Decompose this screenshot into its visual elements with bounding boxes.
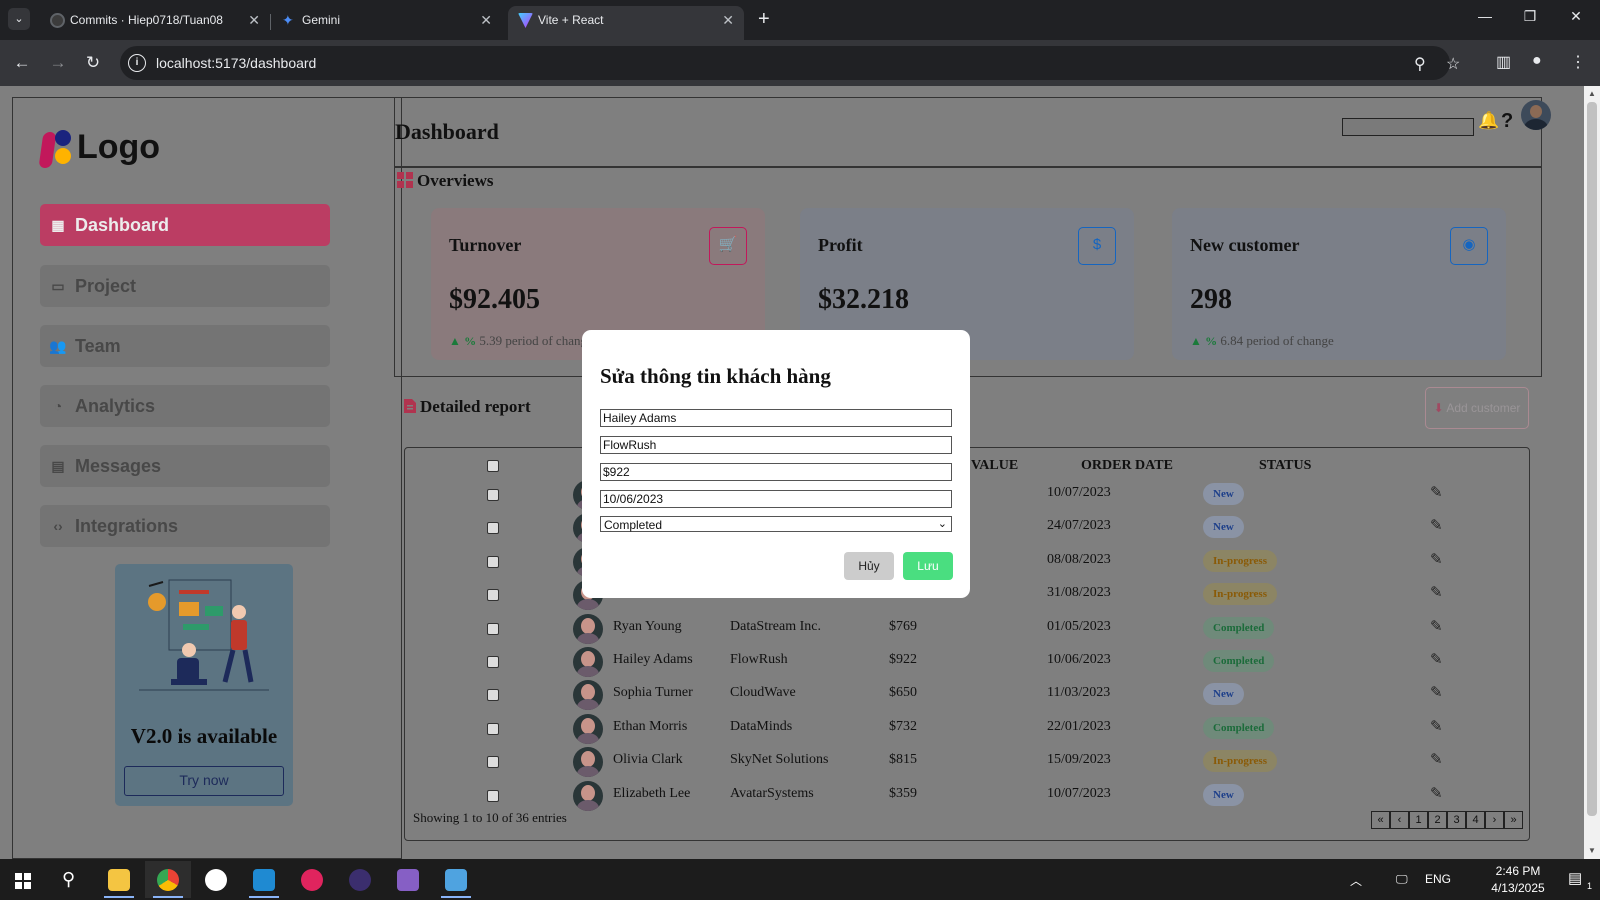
clock-time: 2:46 PM bbox=[1495, 864, 1541, 878]
scroll-up-icon[interactable]: ▲ bbox=[1588, 89, 1596, 98]
network-icon[interactable]: 🖵 bbox=[1396, 872, 1408, 887]
profile-icon[interactable]: ● bbox=[1532, 52, 1542, 70]
notification-count: 1 bbox=[1587, 881, 1593, 891]
search-icon: ⚲ bbox=[62, 869, 76, 889]
language-indicator[interactable]: ENG bbox=[1425, 872, 1451, 886]
taskbar-eclipse[interactable] bbox=[337, 861, 383, 898]
value-input[interactable] bbox=[600, 463, 952, 481]
tab-gemini[interactable]: ✦ Gemini ✕ bbox=[272, 6, 502, 40]
status-select-value: Completed bbox=[604, 518, 663, 532]
minimize-icon[interactable]: — bbox=[1470, 8, 1500, 24]
modal-title: Sửa thông tin khách hàng bbox=[600, 364, 831, 388]
tab-title: Commits · Hiep0718/Tuan08 bbox=[70, 13, 223, 27]
notification-center-icon[interactable]: ▤ bbox=[1568, 869, 1582, 887]
zoom-icon[interactable]: ⚲ bbox=[1414, 54, 1426, 74]
file-explorer-icon bbox=[108, 869, 130, 891]
taskbar-vscode[interactable] bbox=[241, 861, 287, 898]
taskbar-visual-studio[interactable] bbox=[385, 861, 431, 898]
bookmark-star-icon[interactable]: ☆ bbox=[1446, 54, 1460, 74]
tab-title: Gemini bbox=[302, 13, 341, 27]
visual-studio-icon bbox=[397, 869, 419, 891]
status-select[interactable]: Completed ⌄ bbox=[600, 516, 952, 532]
tab-search-dropdown-icon[interactable]: ⌄ bbox=[8, 8, 30, 30]
tab-title: Vite + React bbox=[538, 13, 604, 27]
notepad-icon bbox=[445, 869, 467, 891]
vite-icon bbox=[518, 13, 533, 28]
app-oo-icon bbox=[301, 869, 323, 891]
new-tab-icon[interactable]: + bbox=[758, 9, 770, 29]
eclipse-icon bbox=[349, 869, 371, 891]
restore-icon[interactable]: ❐ bbox=[1515, 8, 1545, 25]
tab-github[interactable]: Commits · Hiep0718/Tuan08 ✕ bbox=[40, 6, 270, 40]
site-info-icon[interactable]: i bbox=[128, 54, 146, 72]
back-icon[interactable]: ← bbox=[10, 51, 34, 75]
clock-date: 4/13/2025 bbox=[1491, 881, 1545, 895]
company-input[interactable] bbox=[600, 436, 952, 454]
close-tab-icon[interactable]: ✕ bbox=[248, 6, 260, 34]
close-window-icon[interactable]: ✕ bbox=[1561, 8, 1591, 25]
taskbar-file-explorer[interactable] bbox=[96, 861, 142, 898]
taskbar-search[interactable]: ⚲ bbox=[48, 861, 94, 898]
scrollbar-thumb[interactable] bbox=[1587, 102, 1597, 816]
reload-icon[interactable]: ↻ bbox=[81, 51, 105, 75]
browser-tabbar: ⌄ Commits · Hiep0718/Tuan08 ✕ ✦ Gemini ✕… bbox=[0, 0, 1600, 40]
windows-taskbar: ⚲ ︿ 🖵 ENG 2:46 PM 4/13/2025 ▤ 1 bbox=[0, 859, 1600, 900]
clock[interactable]: 2:46 PM 4/13/2025 bbox=[1482, 863, 1554, 897]
menu-kebab-icon[interactable]: ⋮ bbox=[1570, 52, 1586, 72]
start-button[interactable] bbox=[0, 861, 46, 898]
taskbar-app-oo[interactable] bbox=[289, 861, 335, 898]
edit-customer-modal: Sửa thông tin khách hàng Completed ⌄ Hủy… bbox=[582, 330, 970, 598]
close-tab-icon[interactable]: ✕ bbox=[480, 6, 492, 34]
address-bar[interactable]: i localhost:5173/dashboard ⚲ ☆ bbox=[120, 46, 1460, 80]
tray-overflow-chevron-icon[interactable]: ︿ bbox=[1350, 872, 1362, 889]
taskbar-app-w[interactable] bbox=[193, 861, 239, 898]
taskbar-chrome[interactable] bbox=[145, 861, 191, 898]
url-text: localhost:5173/dashboard bbox=[156, 55, 317, 71]
chrome-icon bbox=[157, 869, 179, 891]
scroll-down-icon[interactable]: ▼ bbox=[1588, 846, 1596, 855]
tab-separator bbox=[270, 14, 271, 30]
taskbar-notepad[interactable] bbox=[433, 861, 479, 898]
save-button[interactable]: Lưu bbox=[903, 552, 953, 580]
windows-start-icon bbox=[15, 873, 31, 889]
vscode-icon bbox=[253, 869, 275, 891]
gemini-icon: ✦ bbox=[282, 12, 294, 28]
chevron-down-icon: ⌄ bbox=[937, 518, 947, 530]
forward-icon[interactable]: → bbox=[46, 51, 70, 75]
github-icon bbox=[50, 13, 65, 28]
page-viewport: Logo ▦ Dashboard ▭ Project 👥 Team ◔ Anal… bbox=[0, 86, 1584, 859]
app-w-icon bbox=[205, 869, 227, 891]
customer-name-input[interactable] bbox=[600, 409, 952, 427]
browser-toolbar: ← → ↻ i localhost:5173/dashboard ⚲ ☆ ▥ ●… bbox=[0, 40, 1600, 86]
order-date-input[interactable] bbox=[600, 490, 952, 508]
tab-vite-react[interactable]: Vite + React ✕ bbox=[508, 6, 744, 40]
close-tab-icon[interactable]: ✕ bbox=[722, 6, 734, 34]
page-scrollbar[interactable]: ▲ ▼ bbox=[1584, 86, 1600, 859]
cancel-button[interactable]: Hủy bbox=[844, 552, 894, 580]
side-panel-icon[interactable]: ▥ bbox=[1496, 52, 1511, 72]
